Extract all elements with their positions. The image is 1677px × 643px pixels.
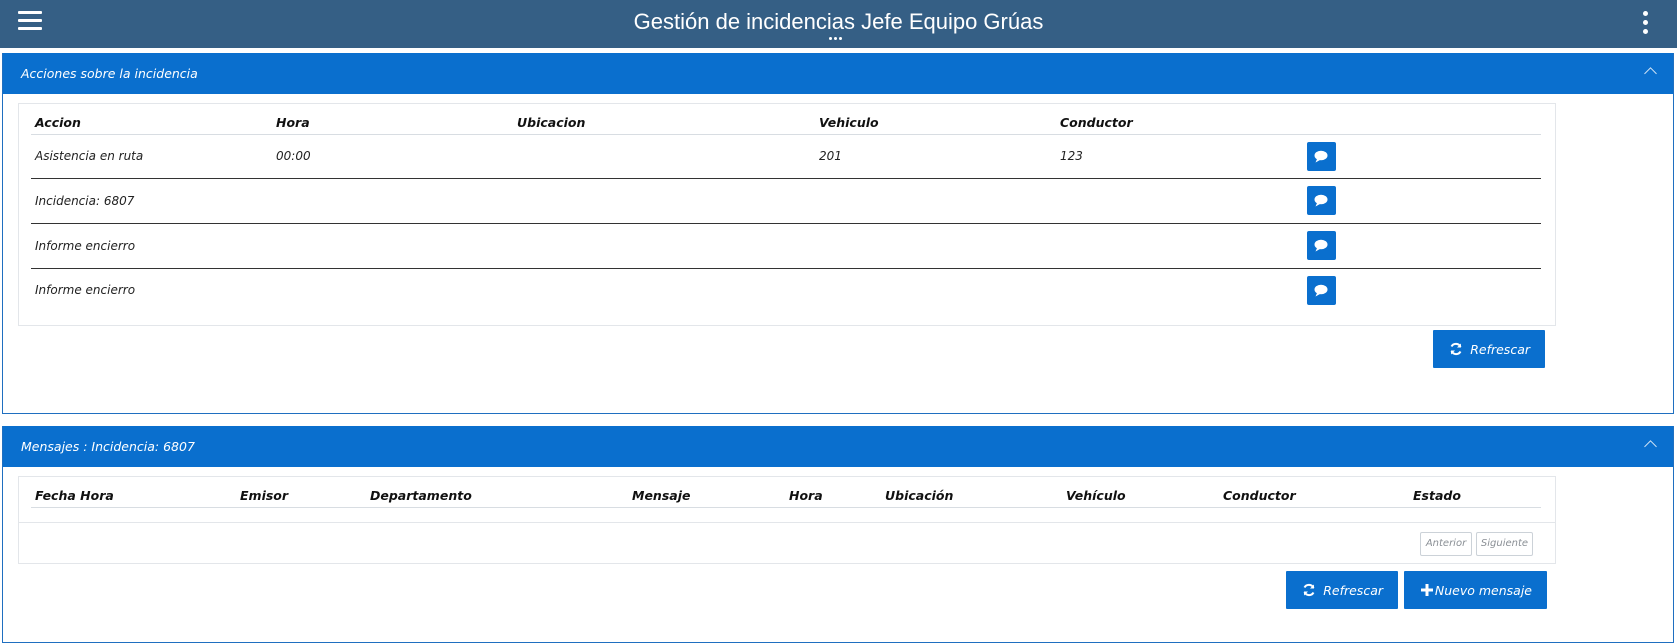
refresh-label: Refrescar [1470, 342, 1530, 357]
cell-vehiculo: 201 [819, 149, 842, 163]
page-title: Gestión de incidencias Jefe Equipo Grúas [633, 9, 1044, 34]
drag-handle-icon[interactable] [829, 37, 849, 41]
row-divider [31, 223, 1541, 224]
row-divider [31, 268, 1541, 269]
column-header: Departamento [370, 488, 472, 503]
chat-icon [1314, 284, 1328, 297]
column-header: Estado [1413, 488, 1461, 503]
column-header: Ubicacion [517, 115, 586, 130]
cell-accion: Informe encierro [35, 283, 136, 297]
column-header: Hora [789, 488, 823, 503]
row-divider [31, 178, 1541, 179]
prev-page-button[interactable]: Anterior [1420, 532, 1472, 556]
plus-icon [1421, 584, 1433, 596]
column-header: Vehiculo [819, 115, 879, 130]
chat-icon [1314, 150, 1328, 163]
mensajes-table: Fecha Hora Emisor Departamento Mensaje H… [18, 476, 1556, 564]
header-divider [31, 507, 1541, 508]
column-header: Conductor [1223, 488, 1296, 503]
next-page-button[interactable]: Siguiente [1476, 532, 1533, 556]
refresh-label: Refrescar [1323, 583, 1383, 598]
acciones-panel-header[interactable]: Acciones sobre la incidencia [3, 53, 1673, 94]
cell-accion: Incidencia: 6807 [35, 194, 135, 208]
header-divider [31, 134, 1541, 135]
mensajes-panel-title: Mensajes : Incidencia: 6807 [21, 439, 195, 454]
refresh-icon [1303, 583, 1315, 597]
cell-accion: Asistencia en ruta [35, 149, 144, 163]
chat-icon [1314, 239, 1328, 252]
new-message-button[interactable]: Nuevo mensaje [1404, 571, 1547, 609]
pager-divider [19, 522, 1555, 523]
chat-button[interactable] [1307, 142, 1336, 171]
collapse-icon[interactable] [1644, 67, 1657, 80]
column-header: Mensaje [632, 488, 691, 503]
refresh-icon [1450, 342, 1462, 356]
cell-conductor: 123 [1060, 149, 1083, 163]
acciones-panel-title: Acciones sobre la incidencia [21, 66, 198, 81]
chat-icon [1314, 194, 1328, 207]
acciones-table: Accion Hora Ubicacion Vehiculo Conductor… [18, 103, 1556, 326]
chat-button[interactable] [1307, 231, 1336, 260]
column-header: Vehículo [1066, 488, 1126, 503]
column-header: Emisor [240, 488, 289, 503]
collapse-icon[interactable] [1644, 440, 1657, 453]
cell-hora: 00:00 [276, 149, 311, 163]
column-header: Ubicación [885, 488, 954, 503]
column-header: Accion [35, 115, 81, 130]
column-header: Hora [276, 115, 310, 130]
column-header: Conductor [1060, 115, 1133, 130]
new-message-label: Nuevo mensaje [1434, 583, 1532, 598]
column-header: Fecha Hora [35, 488, 114, 503]
kebab-icon[interactable] [1643, 11, 1649, 35]
mensajes-panel-header[interactable]: Mensajes : Incidencia: 6807 [3, 426, 1673, 467]
cell-accion: Informe encierro [35, 239, 136, 253]
mensajes-panel: Mensajes : Incidencia: 6807 Fecha Hora E… [2, 426, 1674, 643]
chat-button[interactable] [1307, 276, 1336, 305]
refresh-button[interactable]: Refrescar [1433, 330, 1545, 368]
refresh-messages-button[interactable]: Refrescar [1286, 571, 1398, 609]
acciones-panel: Acciones sobre la incidencia Accion Hora… [2, 53, 1674, 414]
chat-button[interactable] [1307, 186, 1336, 215]
app-header: Gestión de incidencias Jefe Equipo Grúas [0, 0, 1677, 48]
